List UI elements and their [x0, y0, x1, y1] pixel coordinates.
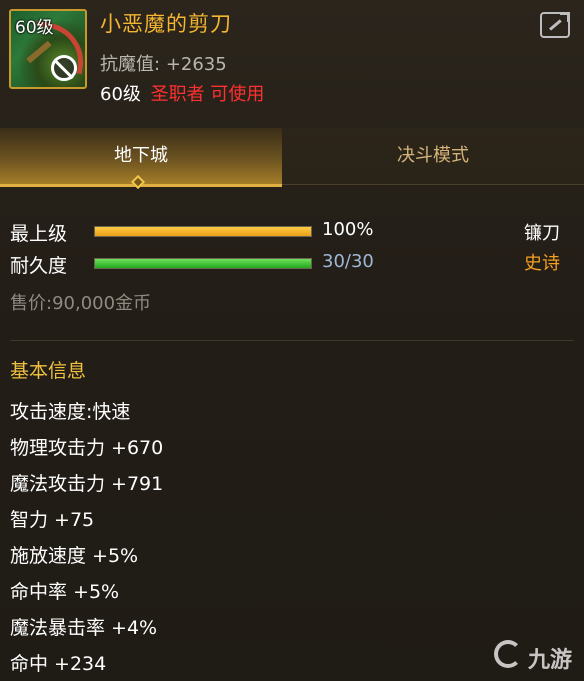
attribute-line: 物理攻击力 +670 [10, 437, 164, 459]
mode-tabs: 地下城 决斗模式 [0, 128, 584, 187]
attribute-line: 智力 +75 [10, 509, 95, 531]
attribute-line: 命中率 +5% [10, 581, 120, 603]
requirement-line: 60级 圣职者 可使用 [100, 80, 264, 106]
resist-line: 抗魔值: +2635 [100, 50, 227, 76]
durability-label: 耐久度 [10, 255, 68, 277]
icon-level-badge: 60级 [15, 18, 54, 38]
item-type: 镰刀 [524, 223, 560, 244]
durability-bar-fill [95, 259, 311, 268]
resist-label: 抗魔值: [100, 54, 161, 75]
share-icon[interactable] [540, 12, 570, 38]
grade-bar-fill [95, 227, 311, 236]
item-scythe-icon: 60级 [9, 9, 87, 89]
item-rarity: 史诗 [524, 253, 560, 274]
sell-price: 售价:90,000金币 [10, 293, 152, 314]
attribute-line: 魔法暴击率 +4% [10, 617, 158, 639]
durability-bar [94, 258, 312, 269]
item-title: 小恶魔的剪刀 [100, 12, 232, 36]
attribute-line: 施放速度 +5% [10, 545, 139, 567]
grade-value: 100% [322, 219, 374, 240]
grade-bar [94, 226, 312, 237]
attribute-line: 命中 +234 [10, 653, 107, 675]
required-level: 60级 [100, 84, 141, 105]
grade-label: 最上级 [10, 223, 68, 245]
durability-value: 30/30 [322, 251, 374, 272]
attribute-line: 魔法攻击力 +791 [10, 473, 164, 495]
forbidden-icon [51, 55, 77, 81]
basic-info-title: 基本信息 [10, 360, 87, 382]
attribute-line: 攻击速度:快速 [10, 401, 131, 423]
watermark-swirl-icon [494, 640, 522, 668]
item-tooltip-panel: 60级 小恶魔的剪刀 抗魔值: +2635 60级 圣职者 可使用 地下城 决斗… [0, 0, 584, 681]
watermark-logo: 九游 [492, 636, 582, 676]
watermark-text: 九游 [528, 648, 573, 673]
tab-duel-mode[interactable]: 决斗模式 [282, 128, 584, 185]
required-class: 圣职者 可使用 [150, 84, 265, 105]
section-divider [10, 340, 574, 341]
resist-value: +2635 [165, 54, 227, 75]
